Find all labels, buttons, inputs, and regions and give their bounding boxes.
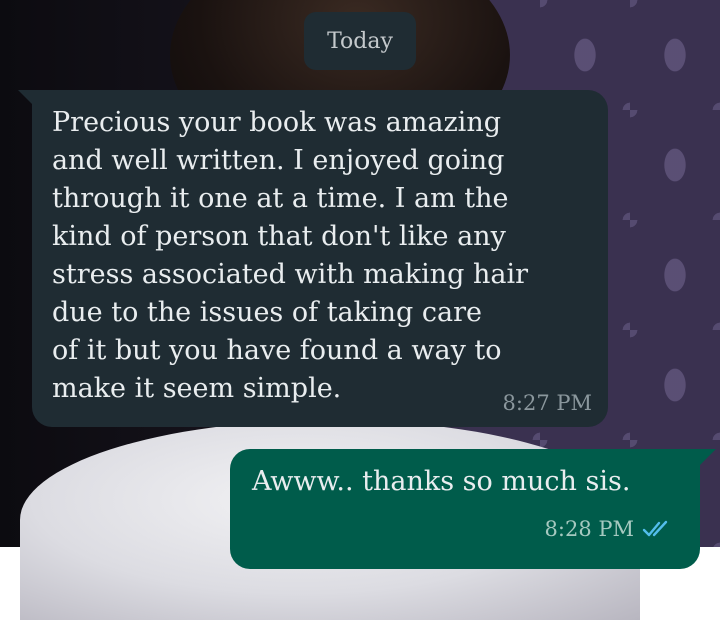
date-separator-label: Today bbox=[327, 28, 393, 54]
outgoing-message-text: Awww.. thanks so much sis. bbox=[252, 466, 631, 497]
outgoing-message-meta: 8:28 PM bbox=[545, 517, 670, 541]
incoming-message-bubble[interactable]: Precious your book was amazing and well … bbox=[32, 90, 608, 427]
date-separator-chip: Today bbox=[304, 12, 416, 70]
double-check-read-icon bbox=[642, 519, 670, 539]
incoming-message-text: Precious your book was amazing and well … bbox=[52, 107, 529, 404]
outgoing-message-bubble[interactable]: Awww.. thanks so much sis. 8:28 PM bbox=[230, 449, 700, 569]
outgoing-bubble-tail bbox=[700, 449, 716, 465]
outgoing-message-time: 8:28 PM bbox=[544, 517, 634, 541]
incoming-message-time: 8:27 PM bbox=[502, 391, 592, 415]
